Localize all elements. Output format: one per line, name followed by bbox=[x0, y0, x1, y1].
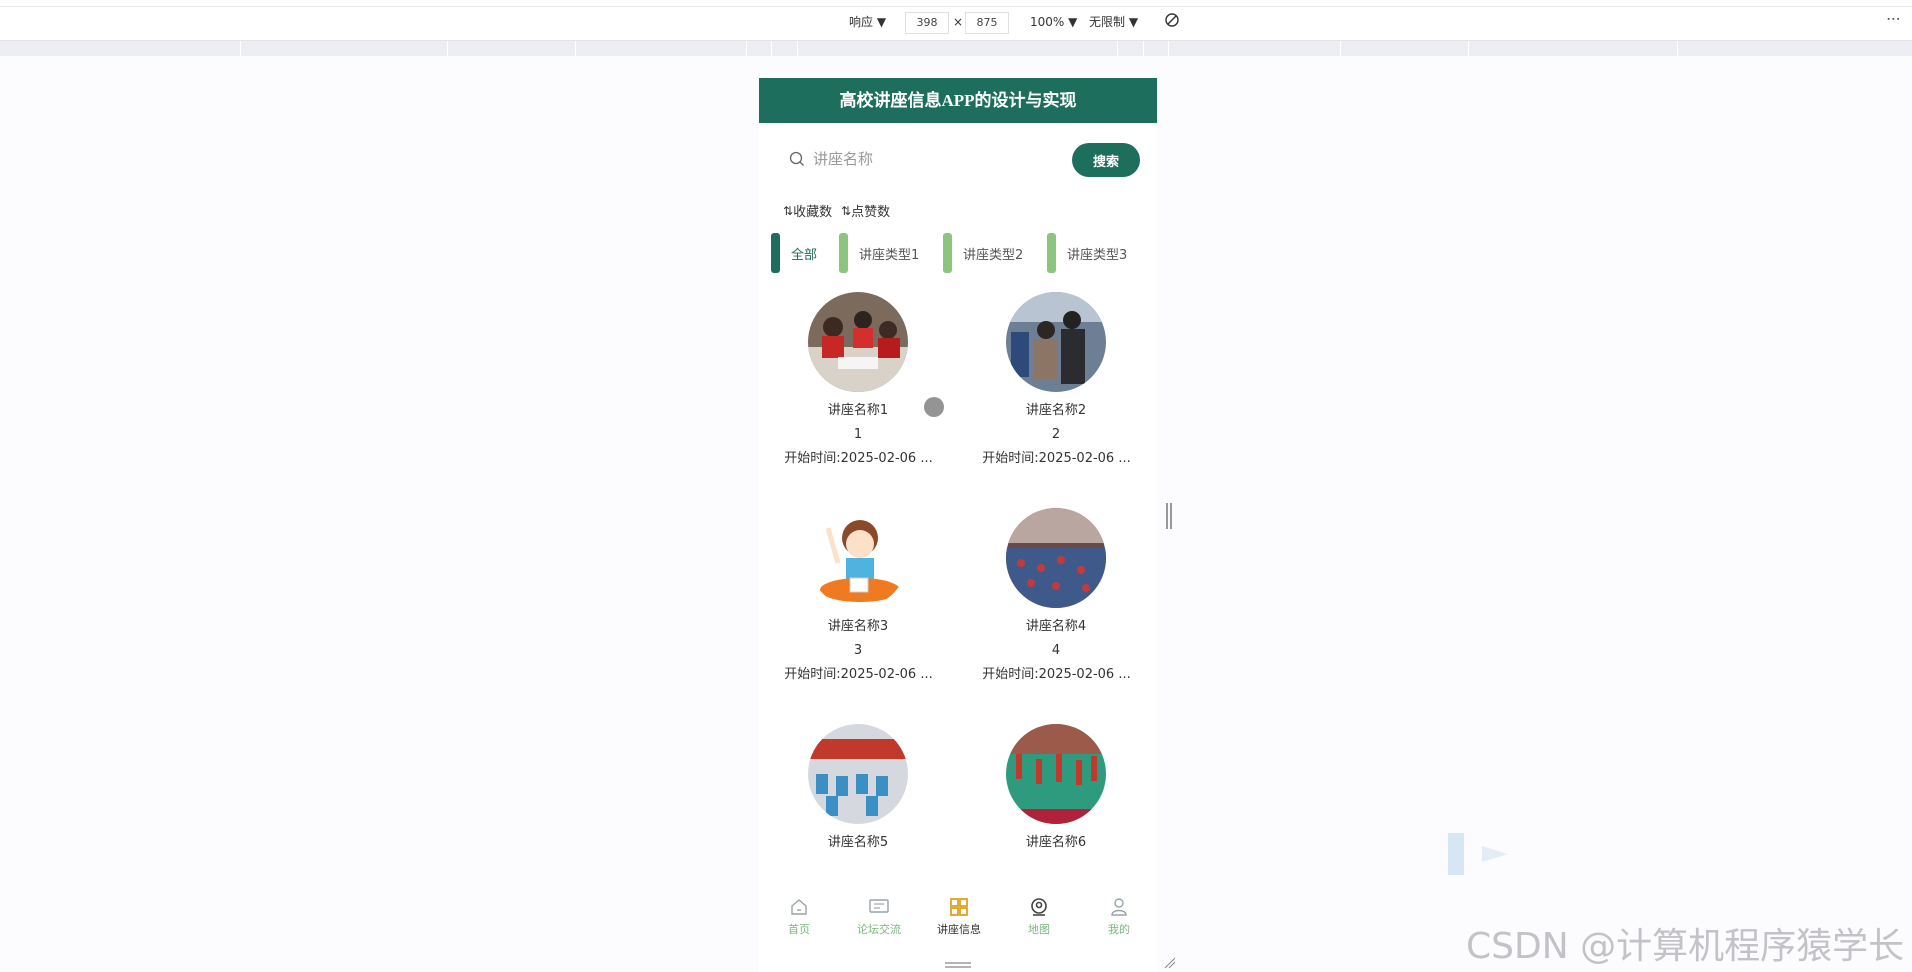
more-options-icon[interactable]: ⋮ bbox=[1885, 12, 1901, 26]
bottom-nav: 首页 论坛交流 讲座信息 地图 我的 bbox=[759, 893, 1157, 953]
nav-label: 论坛交流 bbox=[857, 923, 901, 936]
tab-label: 讲座类型1 bbox=[859, 247, 920, 263]
lecture-card[interactable]: 讲座名称1 1 开始时间:2025-02-06 ... bbox=[759, 292, 957, 468]
tab-indicator bbox=[839, 233, 848, 273]
ruler-tick bbox=[240, 41, 241, 56]
grid-icon bbox=[919, 895, 999, 919]
responsive-mode-dropdown[interactable]: 响应 ▼ bbox=[849, 14, 886, 30]
lecture-name: 讲座名称5 bbox=[827, 835, 889, 850]
ruler-tick bbox=[746, 41, 747, 56]
drag-handle-icon[interactable] bbox=[945, 962, 971, 968]
tab-indicator bbox=[771, 233, 780, 273]
lecture-thumbnail bbox=[808, 724, 908, 824]
nav-label: 首页 bbox=[788, 923, 810, 936]
nav-lectures[interactable]: 讲座信息 bbox=[919, 895, 999, 937]
nav-map[interactable]: 地图 bbox=[999, 895, 1079, 937]
tab-all[interactable]: 全部 bbox=[771, 233, 817, 273]
tab-indicator bbox=[1047, 233, 1056, 273]
lecture-name: 讲座名称4 bbox=[1025, 619, 1087, 634]
ruler-tick bbox=[1677, 41, 1678, 56]
viewport-height-input[interactable]: 875 bbox=[965, 12, 1009, 34]
search-icon bbox=[789, 151, 804, 166]
forum-icon bbox=[839, 895, 919, 919]
tab-type-2[interactable]: 讲座类型2 bbox=[943, 233, 1023, 273]
lecture-count: 4 bbox=[1051, 643, 1061, 658]
lecture-card[interactable]: 讲座名称5 bbox=[759, 724, 957, 852]
search-button[interactable]: 搜索 bbox=[1072, 143, 1140, 177]
lecture-start-time: 开始时间:2025-02-06 ... bbox=[982, 667, 1131, 682]
zoom-dropdown[interactable]: 100% ▼ bbox=[1030, 14, 1077, 30]
category-tabs: 全部 讲座类型1 讲座类型2 讲座类型3 bbox=[759, 198, 1157, 278]
lecture-thumbnail bbox=[1006, 508, 1106, 608]
lecture-thumbnail bbox=[808, 292, 908, 392]
lecture-start-time: 开始时间:2025-02-06 ... bbox=[784, 667, 933, 682]
watermark-logo-icon bbox=[1448, 833, 1508, 875]
nav-label: 讲座信息 bbox=[937, 923, 981, 936]
resize-corner-icon[interactable] bbox=[1163, 956, 1175, 968]
nav-label: 我的 bbox=[1108, 923, 1130, 936]
toolbar-divider bbox=[0, 6, 1912, 7]
devtools-toolbar: 响应 ▼ 398 × 875 100% ▼ 无限制 ▼ ⋮ bbox=[0, 0, 1912, 41]
lecture-card[interactable]: 讲座名称3 3 开始时间:2025-02-06 ... bbox=[759, 508, 957, 684]
nav-forum[interactable]: 论坛交流 bbox=[839, 895, 919, 937]
throttle-dropdown[interactable]: 无限制 ▼ bbox=[1089, 14, 1138, 30]
app-title: 高校讲座信息APP的设计与实现 bbox=[759, 78, 1157, 123]
ruler-tick bbox=[1168, 41, 1169, 56]
ruler-tick bbox=[447, 41, 448, 56]
watermark: CSDN @计算机程序猿学长 bbox=[1466, 926, 1905, 967]
lecture-start-time: 开始时间:2025-02-06 ... bbox=[784, 451, 933, 466]
ruler-tick bbox=[1117, 41, 1118, 56]
touch-cursor bbox=[924, 397, 944, 417]
lecture-name: 讲座名称3 bbox=[827, 619, 889, 634]
ruler-tick bbox=[575, 41, 576, 56]
search-bar: 搜索 bbox=[759, 123, 1157, 193]
lecture-name: 讲座名称2 bbox=[1025, 403, 1087, 418]
tab-label: 全部 bbox=[791, 247, 818, 263]
tab-type-3[interactable]: 讲座类型3 bbox=[1047, 233, 1127, 273]
dimension-separator: × bbox=[953, 15, 964, 29]
viewport-resize-handle[interactable] bbox=[1166, 503, 1172, 529]
rotate-icon[interactable] bbox=[1164, 12, 1180, 32]
tab-type-1[interactable]: 讲座类型1 bbox=[839, 233, 919, 273]
lecture-count: 2 bbox=[1051, 427, 1061, 442]
ruler-tick bbox=[797, 41, 798, 56]
ruler-tick bbox=[1340, 41, 1341, 56]
ruler-tick bbox=[1143, 41, 1144, 56]
tab-label: 讲座类型2 bbox=[963, 247, 1024, 263]
ruler-tick bbox=[1468, 41, 1469, 56]
lecture-card[interactable]: 讲座名称6 bbox=[957, 724, 1155, 852]
lecture-thumbnail bbox=[1006, 292, 1106, 392]
lecture-card[interactable]: 讲座名称2 2 开始时间:2025-02-06 ... bbox=[957, 292, 1155, 468]
map-pin-icon bbox=[999, 895, 1079, 919]
user-icon bbox=[1079, 895, 1157, 919]
lecture-card[interactable]: 讲座名称4 4 开始时间:2025-02-06 ... bbox=[957, 508, 1155, 684]
ruler-tick bbox=[771, 41, 772, 56]
search-input[interactable] bbox=[811, 143, 1055, 175]
lecture-thumbnail bbox=[808, 508, 908, 608]
home-icon bbox=[759, 895, 839, 919]
lecture-thumbnail bbox=[1006, 724, 1106, 824]
tab-label: 讲座类型3 bbox=[1067, 247, 1128, 263]
viewport-width-input[interactable]: 398 bbox=[905, 12, 949, 34]
lecture-name: 讲座名称6 bbox=[1025, 835, 1087, 850]
lecture-count: 1 bbox=[853, 427, 863, 442]
lecture-start-time: 开始时间:2025-02-06 ... bbox=[982, 451, 1131, 466]
phone-viewport: 高校讲座信息APP的设计与实现 搜索 ⇅ 收藏数 ⇅ 点赞数 全部 讲座类型1 … bbox=[759, 78, 1157, 972]
lecture-count: 3 bbox=[853, 643, 863, 658]
nav-label: 地图 bbox=[1028, 923, 1050, 936]
media-query-ruler bbox=[0, 41, 1912, 56]
nav-profile[interactable]: 我的 bbox=[1079, 895, 1157, 937]
tab-indicator bbox=[943, 233, 952, 273]
nav-home[interactable]: 首页 bbox=[759, 895, 839, 937]
